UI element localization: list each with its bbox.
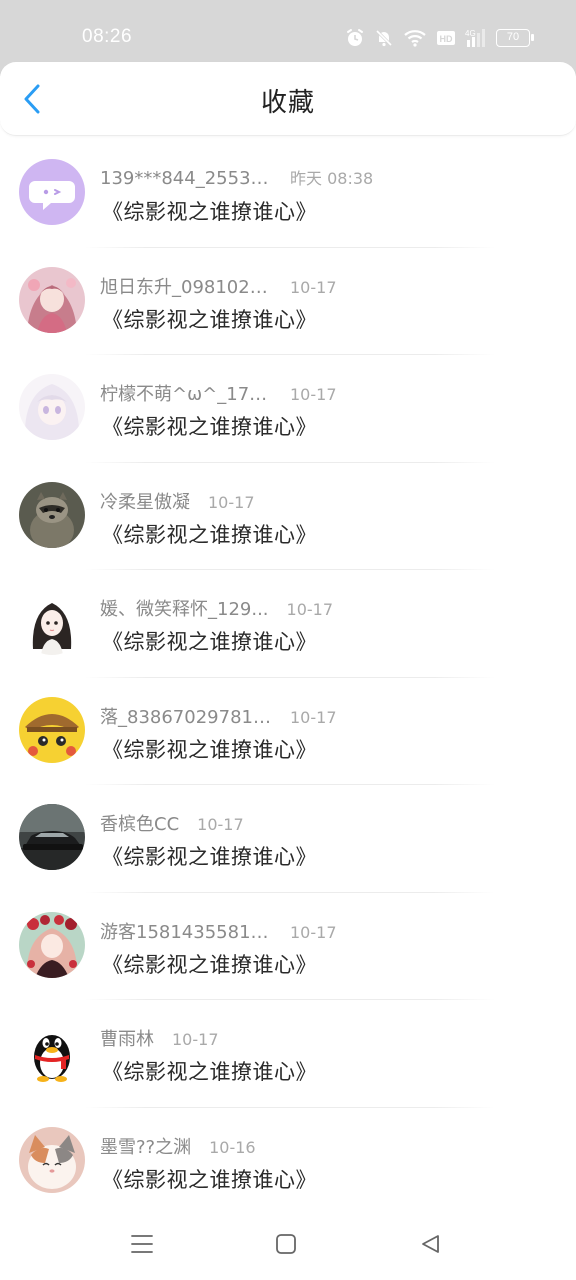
svg-text:4G: 4G [465,29,476,38]
list-item[interactable]: 墨雪??之渊 10-16 《综影视之谁撩谁心》 [0,1108,576,1216]
anime-girl-roses-avatar-icon [19,911,85,978]
book-title: 《综影视之谁撩谁心》 [102,415,317,439]
list-item[interactable]: 柠檬不萌^ω^_1791... 10-17 《综影视之谁撩谁心》 [0,355,576,463]
avatar[interactable] [19,911,85,978]
timestamp: 10-17 [290,707,337,727]
back-triangle-icon [422,1235,439,1253]
list-item[interactable]: 139***844_25532... 昨天 08:38 《综影视之谁撩谁心》 [0,140,576,248]
list-item[interactable]: 游客15814355819... 10-17 《综影视之谁撩谁心》 [0,893,576,1000]
timestamp: 10-16 [209,1137,256,1157]
avatar[interactable] [19,696,85,763]
avatar[interactable] [19,1019,85,1085]
username: 139***844_25532... [100,168,272,189]
book-title: 《综影视之谁撩谁心》 [102,200,317,224]
username: 墨雪??之渊 [100,1136,192,1158]
signal-icon: 4G [465,29,485,47]
item-meta: 香槟色CC 10-17 [100,810,244,836]
username: 柠檬不萌^ω^_1791... [100,384,272,405]
timestamp: 10-17 [172,1030,219,1049]
chat-bubble-avatar-icon [19,159,85,225]
system-nav-bar [0,1208,576,1280]
favorites-list: 139***844_25532... 昨天 08:38 《综影视之谁撩谁心》 旭… [0,140,576,1215]
girl-drawing-avatar-icon [19,589,85,655]
timestamp: 昨天 08:38 [290,169,374,188]
status-time: 08:26 [82,26,133,47]
list-item[interactable]: 香槟色CC 10-17 《综影视之谁撩谁心》 [0,785,576,893]
list-item[interactable]: 媛、微笑释怀_129... 10-17 《综影视之谁撩谁心》 [0,570,576,678]
back-nav-button[interactable] [410,1224,450,1264]
timestamp: 10-17 [290,385,337,404]
item-meta: 旭日东升_0981028... 10-17 [100,273,337,299]
raccoon-avatar-icon [19,481,85,548]
item-meta: 游客15814355819... 10-17 [100,918,337,944]
avatar[interactable] [19,266,85,333]
timestamp: 10-17 [290,277,337,297]
alarm-icon [347,29,363,46]
anime-girl-avatar-icon [19,266,85,333]
item-meta: 落_838670297813... 10-17 [100,703,337,729]
book-title: 《综影视之谁撩谁心》 [102,737,317,762]
book-title: 《综影视之谁撩谁心》 [102,522,317,547]
list-item[interactable]: 曹雨林 10-17 《综影视之谁撩谁心》 [0,1000,576,1108]
avatar[interactable] [19,374,85,440]
anime-girl-avatar-icon [19,374,85,440]
username: 曹雨林 [100,1029,154,1050]
home-button[interactable] [266,1224,306,1264]
timestamp: 10-17 [286,600,334,619]
hd-icon: HD [437,31,455,45]
username: 香槟色CC [100,814,180,835]
home-icon [276,1234,296,1254]
username: 媛、微笑释怀_129... [100,599,269,620]
item-meta: 139***844_25532... 昨天 08:38 [100,165,373,189]
wifi-icon [404,30,426,47]
svg-text:HD: HD [440,34,453,44]
app-header: 收藏 [0,62,576,136]
pikachu-avatar-icon [19,696,85,763]
qq-penguin-avatar-icon [19,1019,85,1085]
item-meta: 曹雨林 10-17 [100,1025,219,1051]
page-title: 收藏 [260,88,315,118]
book-title: 《综影视之谁撩谁心》 [102,1167,317,1192]
item-meta: 媛、微笑释怀_129... 10-17 [100,595,333,621]
battery-indicator: 70 [496,29,534,47]
book-title: 《综影视之谁撩谁心》 [102,630,317,654]
book-title: 《综影视之谁撩谁心》 [102,307,317,332]
item-meta: 柠檬不萌^ω^_1791... 10-17 [100,380,337,406]
book-title: 《综影视之谁撩谁心》 [102,1060,317,1084]
car-avatar-icon [19,804,85,870]
timestamp: 10-17 [208,492,255,512]
list-item[interactable]: 冷柔星傲凝 10-17 《综影视之谁撩谁心》 [0,463,576,570]
menu-button[interactable] [122,1224,162,1264]
username: 游客15814355819... [100,921,272,943]
avatar[interactable] [19,804,85,870]
item-meta: 冷柔星傲凝 10-17 [100,488,255,514]
book-title: 《综影视之谁撩谁心》 [102,845,317,869]
list-item[interactable]: 旭日东升_0981028... 10-17 《综影视之谁撩谁心》 [0,248,576,355]
status-icons: HD 4G 70 [345,26,534,50]
menu-icon [131,1235,153,1253]
username: 旭日东升_0981028... [100,276,272,298]
timestamp: 10-17 [197,815,244,834]
username: 冷柔星傲凝 [100,491,190,513]
cat-avatar-icon [19,1126,85,1193]
avatar[interactable] [19,481,85,548]
avatar[interactable] [19,1126,85,1193]
timestamp: 10-17 [290,922,337,942]
item-meta: 墨雪??之渊 10-16 [100,1133,256,1159]
mute-bell-icon [375,29,393,47]
book-title: 《综影视之谁撩谁心》 [102,952,317,977]
list-item[interactable]: 落_838670297813... 10-17 《综影视之谁撩谁心》 [0,678,576,785]
username: 落_838670297813... [100,706,272,728]
avatar[interactable] [19,589,85,655]
avatar[interactable] [19,159,85,225]
